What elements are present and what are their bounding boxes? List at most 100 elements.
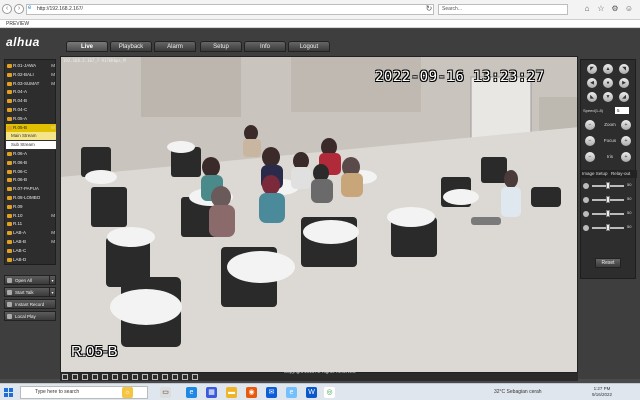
channel-item[interactable]: R.06-A bbox=[6, 150, 56, 158]
settings-icon[interactable]: ⚙ bbox=[610, 4, 620, 14]
channel-item[interactable]: R.04-A bbox=[6, 88, 56, 96]
channel-label: LAB-C bbox=[13, 247, 27, 253]
focus-out-icon[interactable]: − bbox=[585, 136, 595, 146]
channel-label: R.09 bbox=[13, 203, 23, 209]
store-icon[interactable]: ▦ bbox=[206, 387, 217, 398]
saturation-slider[interactable]: 50 bbox=[583, 210, 635, 218]
slider-knob[interactable] bbox=[606, 224, 610, 231]
nav-playback[interactable]: Playback bbox=[110, 41, 152, 52]
ptz-up-right-icon[interactable]: ◥ bbox=[619, 64, 629, 74]
zoom-out-icon[interactable]: − bbox=[585, 120, 595, 130]
channel-item[interactable]: R.06-B bbox=[6, 159, 56, 167]
camera-icon bbox=[7, 81, 12, 86]
channel-item[interactable]: R.05-A bbox=[6, 115, 56, 123]
iris-in-icon[interactable]: + bbox=[621, 152, 631, 162]
talk-icon bbox=[7, 290, 12, 295]
reset-button[interactable]: Reset bbox=[595, 258, 621, 268]
start-talk-button[interactable]: Start Talk ▾ bbox=[4, 287, 56, 297]
ptz-down-icon[interactable]: ▼ bbox=[603, 92, 613, 102]
widget-icon[interactable]: ☼ bbox=[122, 387, 133, 398]
nav-alarm[interactable]: Alarm bbox=[154, 41, 196, 52]
nav-live[interactable]: Live bbox=[66, 41, 108, 52]
system-clock[interactable]: 1:27 PM 9/16/2022 bbox=[592, 386, 612, 398]
chevron-down-icon[interactable]: ▾ bbox=[49, 276, 55, 284]
channel-item[interactable]: R.02-BALI M bbox=[6, 71, 56, 79]
slider-knob[interactable] bbox=[606, 210, 610, 217]
refresh-icon[interactable]: ↻ bbox=[424, 4, 434, 14]
channel-item[interactable]: R.05-B M bbox=[6, 123, 56, 132]
ptz-down-right-icon[interactable]: ◢ bbox=[619, 92, 629, 102]
ptz-down-left-icon[interactable]: ◣ bbox=[587, 92, 597, 102]
firefox-icon[interactable]: ◉ bbox=[246, 387, 257, 398]
channel-item[interactable]: R.01-JAWA M bbox=[6, 62, 56, 70]
slider-knob[interactable] bbox=[606, 182, 610, 189]
video-viewport[interactable]: 192.168.2.167_7 9176Kbps_M 2022-09-16 13… bbox=[60, 56, 578, 373]
focus-in-icon[interactable]: + bbox=[621, 136, 631, 146]
ptz-right-icon[interactable]: ▶ bbox=[619, 78, 629, 88]
task-view-icon[interactable]: ▭ bbox=[160, 387, 171, 398]
channel-item[interactable]: LAB-B M bbox=[6, 238, 56, 246]
channel-item[interactable]: R.03-SUMAT M bbox=[6, 80, 56, 88]
mail-icon[interactable]: ✉ bbox=[266, 387, 277, 398]
home-icon[interactable]: ⌂ bbox=[582, 4, 592, 14]
chevron-down-icon[interactable]: ▾ bbox=[49, 288, 55, 296]
channel-item[interactable]: R.07-PAPUA bbox=[6, 185, 56, 193]
camera-icon bbox=[7, 213, 12, 218]
channel-item[interactable]: R.06-B bbox=[6, 176, 56, 184]
channel-item[interactable]: LAB-D bbox=[6, 256, 56, 264]
iris-out-icon[interactable]: − bbox=[585, 152, 595, 162]
channel-item[interactable]: LAB-A M bbox=[6, 229, 56, 237]
channel-item[interactable]: R.06-C bbox=[6, 168, 56, 176]
nav-logout[interactable]: Logout bbox=[288, 41, 330, 52]
brightness-slider[interactable]: 50 bbox=[583, 182, 635, 190]
tab-bar: PREVIEW bbox=[0, 20, 640, 28]
speed-select[interactable]: 5 bbox=[615, 107, 629, 114]
back-icon[interactable]: ‹ bbox=[2, 4, 12, 14]
windows-start-icon[interactable] bbox=[4, 388, 13, 397]
chrome-icon[interactable]: ◎ bbox=[324, 387, 335, 398]
channel-item[interactable]: R.04-C bbox=[6, 106, 56, 114]
channel-item[interactable]: R.08-LOMBO bbox=[6, 194, 56, 202]
channel-item[interactable]: LAB-C bbox=[6, 247, 56, 255]
ptz-center-icon[interactable]: ● bbox=[603, 78, 613, 88]
stream-option[interactable]: Main Stream bbox=[6, 132, 56, 141]
channel-item[interactable]: R.11 bbox=[6, 220, 56, 228]
edge-icon[interactable]: e bbox=[186, 387, 197, 398]
channel-mark: M bbox=[51, 71, 55, 77]
file-explorer-icon[interactable]: ▬ bbox=[226, 387, 237, 398]
forward-icon[interactable]: › bbox=[14, 4, 24, 14]
camera-icon bbox=[7, 160, 12, 165]
word-icon[interactable]: W bbox=[306, 387, 317, 398]
stream-option[interactable]: Sub Stream bbox=[6, 141, 56, 150]
contrast-slider[interactable]: 50 bbox=[583, 196, 635, 204]
smiley-icon[interactable]: ☺ bbox=[624, 4, 634, 14]
local-play-label: Local Play bbox=[15, 314, 36, 319]
open-all-button[interactable]: Open All ▾ bbox=[4, 275, 56, 285]
ptz-up-icon[interactable]: ▲ bbox=[603, 64, 613, 74]
slider-knob[interactable] bbox=[606, 196, 610, 203]
instant-record-button[interactable]: Instant Record bbox=[4, 299, 56, 309]
ie-taskbar-icon[interactable]: e bbox=[286, 387, 297, 398]
favorites-icon[interactable]: ☆ bbox=[596, 4, 606, 14]
channel-label: R.04-C bbox=[13, 107, 28, 112]
tab-preview[interactable]: PREVIEW bbox=[2, 20, 33, 28]
play-icon bbox=[7, 314, 12, 319]
zoom-in-icon[interactable]: + bbox=[621, 120, 631, 130]
ptz-up-left-icon[interactable]: ◤ bbox=[587, 64, 597, 74]
hue-slider[interactable]: 50 bbox=[583, 224, 635, 232]
channel-item[interactable]: R.10 M bbox=[6, 212, 56, 220]
slider-value: 50 bbox=[627, 196, 632, 201]
channel-item[interactable]: R.09 bbox=[6, 203, 56, 211]
image-setup-tab[interactable]: Image Setup bbox=[582, 170, 608, 178]
image-setup-header: Image Setup Relay-out bbox=[581, 170, 637, 178]
nav-setup[interactable]: Setup bbox=[200, 41, 242, 52]
ptz-left-icon[interactable]: ◀ bbox=[587, 78, 597, 88]
channel-item[interactable]: R.04-B bbox=[6, 97, 56, 105]
browser-search[interactable]: Search... bbox=[438, 4, 568, 15]
address-bar[interactable]: http://192.168.2.167/ bbox=[26, 4, 434, 15]
slider-value: 50 bbox=[627, 210, 632, 215]
local-play-button[interactable]: Local Play bbox=[4, 311, 56, 321]
relay-out-tab[interactable]: Relay-out bbox=[611, 170, 630, 178]
weather-widget[interactable]: 32°C Sebagian cerah bbox=[494, 387, 542, 398]
nav-info[interactable]: Info bbox=[244, 41, 286, 52]
